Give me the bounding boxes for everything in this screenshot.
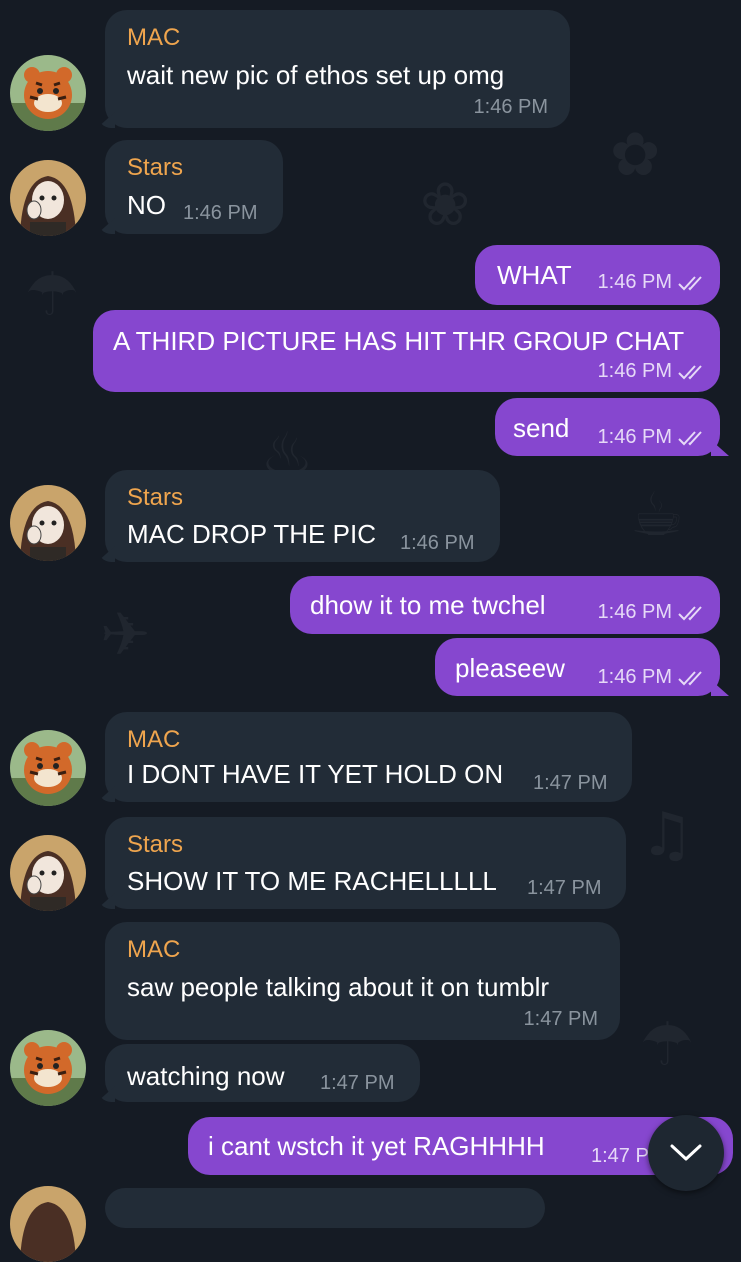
- sender-name: Stars: [127, 154, 184, 181]
- message-bubble-outgoing[interactable]: A THIRD PICTURE HAS HIT THR GROUP CHAT 1…: [93, 310, 720, 392]
- avatar-stars[interactable]: [10, 1186, 86, 1262]
- wallpaper-doodle: ❀: [420, 170, 471, 240]
- message-time: 1:46 PM: [183, 202, 258, 224]
- sender-name: MAC: [127, 24, 181, 51]
- message-bubble-outgoing[interactable]: pleaseew 1:46 PM: [435, 638, 729, 696]
- message-text: A THIRD PICTURE HAS HIT THR GROUP CHAT: [113, 326, 685, 356]
- message-bubble-incoming[interactable]: Stars SHOW IT TO ME RACHELLLLL 1:47 PM: [97, 817, 626, 909]
- avatar-mac[interactable]: [10, 730, 86, 806]
- scroll-to-bottom-button[interactable]: [648, 1115, 724, 1191]
- message-bubble-incoming[interactable]: Stars NO 1:46 PM: [97, 140, 283, 234]
- message-time: 1:46 PM: [400, 532, 475, 554]
- avatar-mac[interactable]: [10, 1030, 86, 1106]
- message-bubble-incoming[interactable]: MAC wait new pic of ethos set up omg 1:4…: [97, 10, 570, 128]
- message-text: wait new pic of ethos set up omg: [127, 60, 505, 90]
- sender-name: MAC: [127, 936, 181, 963]
- message-bubble-incoming[interactable]: Stars MAC DROP THE PIC 1:46 PM: [97, 470, 500, 562]
- message-time: 1:46 PM: [597, 360, 672, 382]
- message-text: pleaseew: [455, 653, 565, 683]
- message-time-row: 1:46 PM: [598, 601, 708, 624]
- message-bubble-outgoing[interactable]: WHAT 1:46 PM: [475, 245, 720, 305]
- message-text: WHAT: [497, 260, 572, 290]
- message-bubble-outgoing[interactable]: send 1:46 PM: [495, 398, 729, 456]
- message-bubble-outgoing[interactable]: dhow it to me twchel 1:46 PM: [290, 576, 720, 634]
- message-time: 1:47 PM: [533, 772, 608, 794]
- double-check-icon: [678, 606, 702, 621]
- message-text: MAC DROP THE PIC: [127, 519, 376, 549]
- message-time: 1:47 PM: [320, 1072, 395, 1094]
- sender-name: Stars: [127, 831, 184, 858]
- message-text: NO: [127, 190, 166, 220]
- message-time: 1:47 PM: [527, 877, 602, 899]
- message-time: 1:46 PM: [597, 666, 672, 688]
- message-time-row: 1:46 PM: [598, 426, 708, 449]
- message-time: 1:47 PM: [523, 1008, 598, 1030]
- avatar-stars[interactable]: [10, 160, 86, 236]
- message-time: 1:46 PM: [597, 271, 672, 293]
- message-text: I DONT HAVE IT YET HOLD ON: [127, 759, 504, 789]
- sender-name: Stars: [127, 484, 184, 511]
- message-time: 1:46 PM: [597, 601, 672, 623]
- message-time-row: 1:46 PM: [598, 666, 708, 689]
- message-text: dhow it to me twchel: [310, 590, 546, 620]
- message-text: saw people talking about it on tumblr: [127, 972, 550, 1002]
- message-time-row: 1:46 PM: [598, 271, 708, 294]
- message-time: 1:47 P: [591, 1145, 649, 1167]
- message-time: 1:46 PM: [597, 426, 672, 448]
- avatar-stars[interactable]: [10, 835, 86, 911]
- sender-name: MAC: [127, 726, 181, 753]
- message-text: SHOW IT TO ME RACHELLLLL: [127, 866, 497, 896]
- message-bubble-incoming[interactable]: [105, 1188, 545, 1228]
- message-time-row: 1:46 PM: [598, 360, 708, 383]
- wallpaper-doodle: ☕: [630, 480, 684, 550]
- wallpaper-doodle: ✿: [610, 120, 661, 190]
- double-check-icon: [678, 276, 702, 291]
- message-text: i cant wstch it yet RAGHHHH: [208, 1131, 545, 1161]
- double-check-icon: [678, 431, 702, 446]
- message-bubble-incoming[interactable]: MAC saw people talking about it on tumbl…: [105, 922, 620, 1040]
- wallpaper-doodle: ☂: [640, 1010, 694, 1080]
- chat-area[interactable]: ✿ ❀ ☂ ♨ ☕ ✈ ♫ ☂ MAC wait new pic of etho…: [0, 0, 741, 1262]
- chevron-down-icon: [670, 1144, 702, 1161]
- message-text: send: [513, 413, 570, 443]
- wallpaper-doodle: ♫: [640, 800, 694, 870]
- avatar-stars[interactable]: [10, 485, 86, 561]
- wallpaper-doodle: ☂: [25, 260, 79, 330]
- wallpaper-doodle: ✈: [100, 600, 151, 670]
- message-bubble-incoming[interactable]: watching now 1:47 PM: [97, 1044, 420, 1102]
- double-check-icon: [678, 671, 702, 686]
- message-time: 1:46 PM: [473, 96, 548, 118]
- message-text: watching now: [127, 1061, 285, 1091]
- message-bubble-incoming[interactable]: MAC I DONT HAVE IT YET HOLD ON 1:47 PM: [97, 712, 632, 802]
- double-check-icon: [678, 365, 702, 380]
- avatar-mac[interactable]: [10, 55, 86, 131]
